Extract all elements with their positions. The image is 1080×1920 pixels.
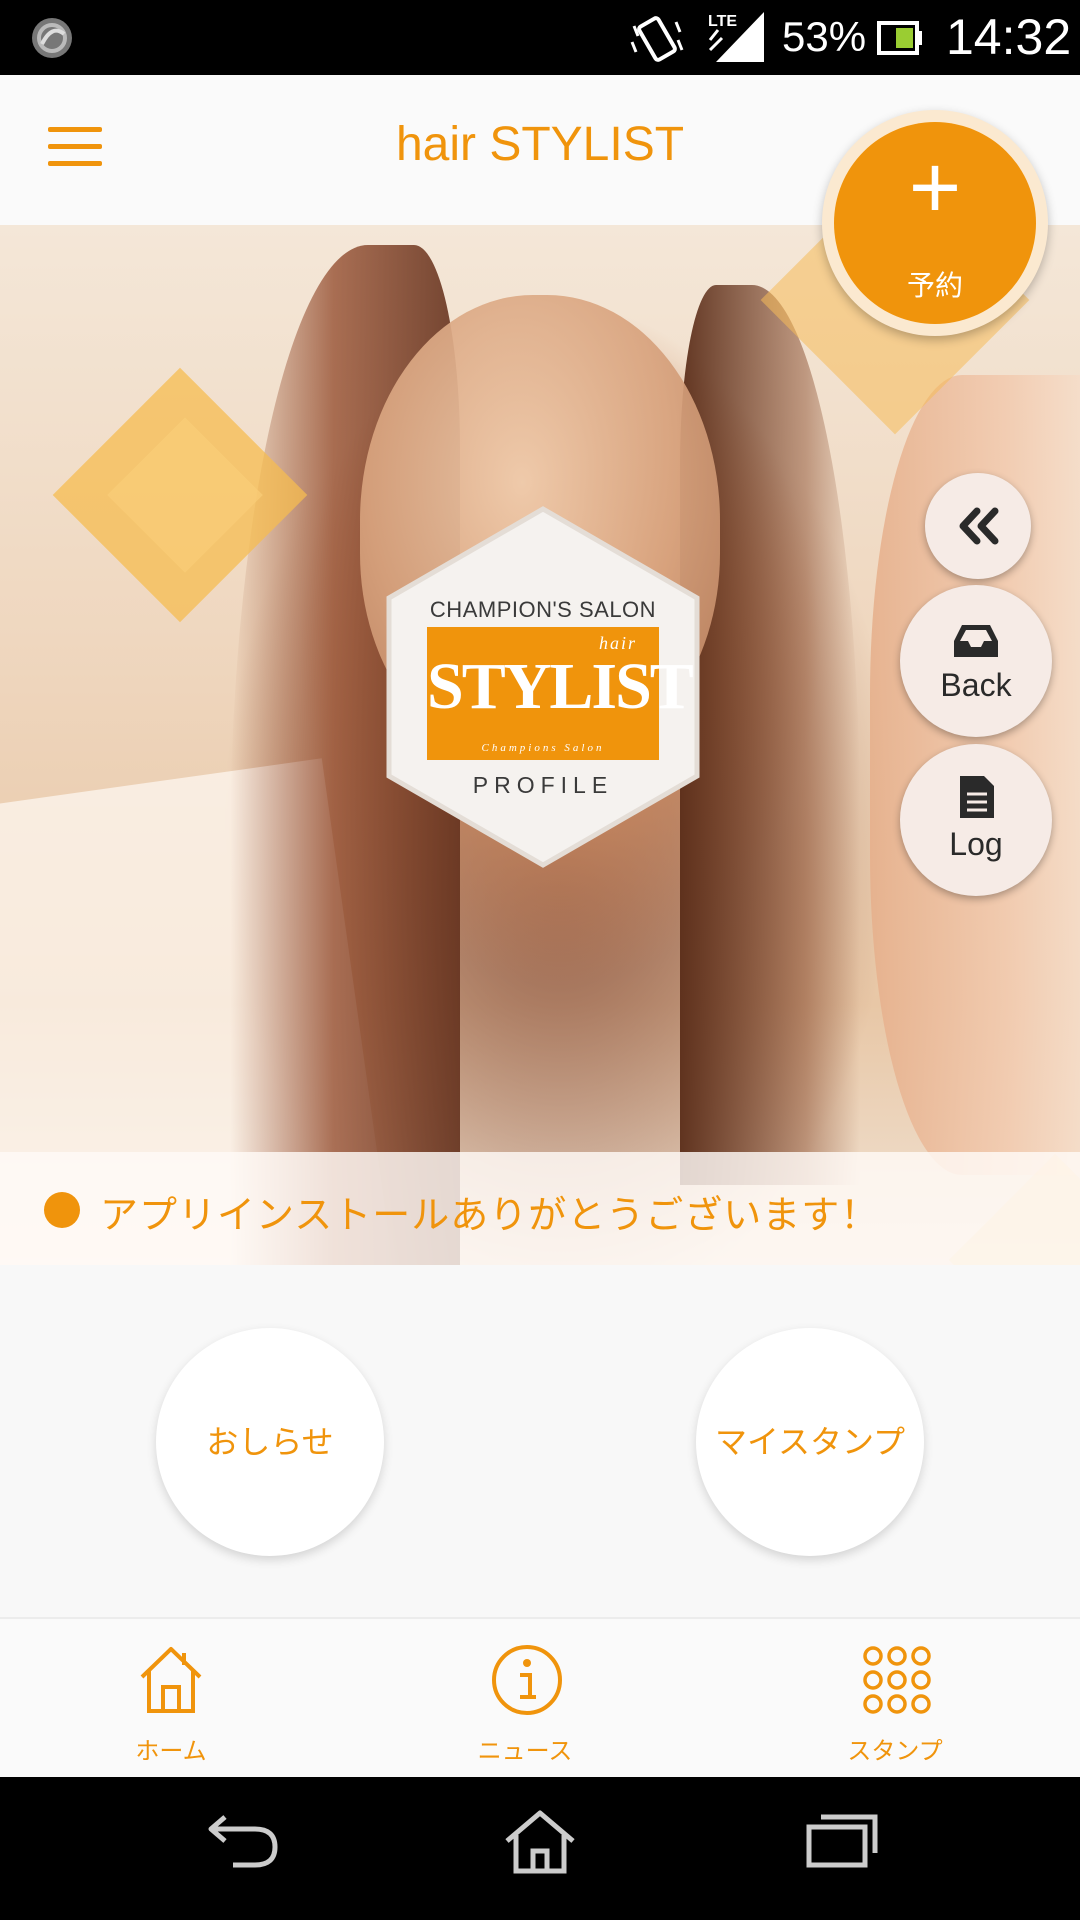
log-label: Log: [949, 826, 1003, 862]
logo-brand-text: STYLIST: [427, 650, 694, 723]
nav-home[interactable]: ホーム: [61, 1619, 281, 1779]
status-bar: LTE 53% 14:32: [0, 0, 1080, 75]
my-stamp-button[interactable]: マイスタンプ: [696, 1328, 924, 1556]
info-icon: [492, 1645, 562, 1715]
news-button[interactable]: おしらせ: [156, 1328, 384, 1556]
bullet-dot-icon: [44, 1192, 80, 1228]
home-icon: [140, 1647, 202, 1713]
grid-dots-icon: [863, 1646, 931, 1714]
app-notification-icon: [32, 18, 72, 58]
back-button[interactable]: Back: [900, 585, 1052, 737]
nav-news-label: ニュース: [477, 1737, 573, 1765]
clock: 14:32: [946, 9, 1072, 65]
welcome-message: アプリインストールありがとうございます！: [100, 1193, 880, 1237]
recent-apps-icon[interactable]: [805, 1809, 879, 1869]
back-arrow-icon[interactable]: [205, 1809, 281, 1869]
hero-hair-right: [680, 285, 860, 1185]
reserve-label: 予約: [906, 269, 963, 302]
plus-icon: +: [908, 138, 962, 238]
collapse-button[interactable]: [925, 473, 1031, 579]
home-outline-icon[interactable]: [503, 1809, 577, 1875]
document-icon: [960, 776, 994, 818]
system-nav-bar: [0, 1777, 1080, 1920]
log-button[interactable]: Log: [900, 744, 1052, 896]
logo-profile-text: PROFILE: [472, 772, 614, 798]
double-chevron-left-icon: [959, 507, 999, 545]
battery-percent: 53%: [782, 13, 867, 60]
nav-stamp[interactable]: スタンプ: [785, 1619, 1005, 1779]
inbox-tray-icon: [954, 625, 998, 657]
bottom-nav: ホーム ニュース スタンプ: [0, 1617, 1080, 1779]
nav-stamp-label: スタンプ: [847, 1737, 943, 1765]
svg-text:LTE: LTE: [708, 13, 737, 30]
stylist-logo: hair STYLIST Champions Salon: [427, 627, 694, 760]
nav-news[interactable]: ニュース: [415, 1619, 635, 1779]
battery-icon: [877, 21, 922, 55]
logo-sub-text: Champions Salon: [481, 742, 605, 754]
reserve-button[interactable]: + 予約: [834, 122, 1036, 324]
lte-signal-icon: LTE: [708, 12, 764, 62]
back-label: Back: [940, 667, 1012, 703]
logo-top-text: CHAMPION'S SALON: [429, 597, 657, 622]
nav-home-label: ホーム: [135, 1737, 207, 1765]
vibrate-icon: [630, 16, 684, 62]
